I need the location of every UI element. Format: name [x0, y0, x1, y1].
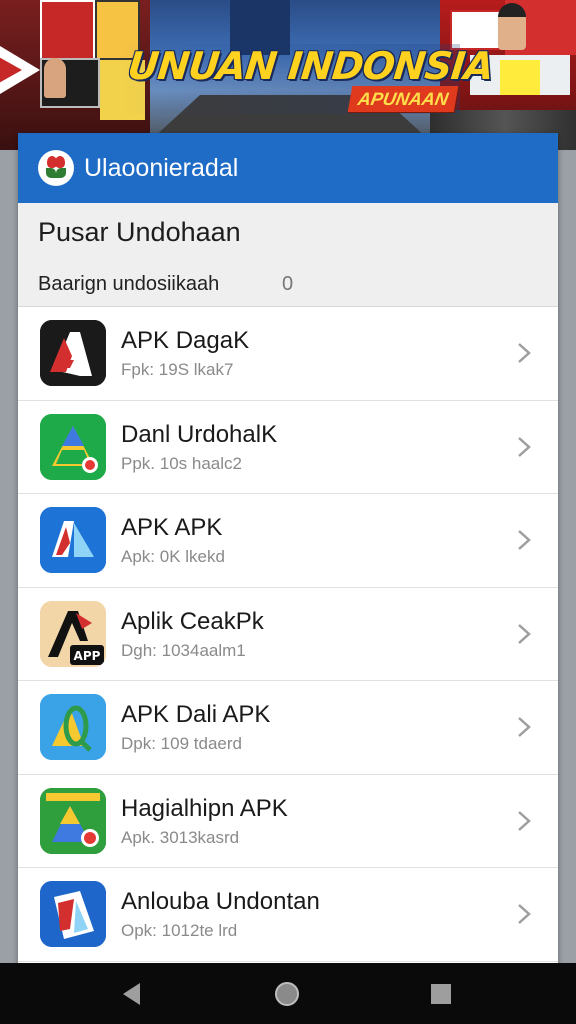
download-card: Ulaoonieradal Pusar Undohaan Baarign und…: [18, 133, 558, 973]
chevron-right-icon: [518, 343, 531, 363]
section-row-label[interactable]: Baarign undosiikaah: [38, 273, 219, 296]
blue-q-icon: [40, 694, 106, 760]
item-detail: Ppk. 10s haalc2: [121, 453, 242, 473]
list-item[interactable]: APK DagaK Fpk: 19S lkak7: [18, 307, 558, 401]
banner-sign: [500, 60, 540, 95]
svg-text:APP: APP: [74, 649, 101, 663]
banner-title: UNUAN INDONSIA: [125, 44, 496, 88]
list-item[interactable]: APK APK Apk: 0K lkekd: [18, 494, 558, 588]
back-triangle-icon: [123, 982, 140, 1005]
home-button[interactable]: [257, 963, 317, 1024]
section-row-count: 0: [282, 273, 294, 295]
apk-red-a-icon: [40, 320, 106, 386]
item-detail: Apk: 0K lkekd: [121, 547, 225, 566]
system-nav-bar: [0, 963, 576, 1024]
back-button[interactable]: [102, 963, 162, 1024]
section-title: Pusar Undohaan: [38, 217, 241, 247]
banner-person: [44, 58, 66, 98]
apk-black-a-icon: APP: [40, 600, 106, 667]
list-item[interactable]: Danl UrdohalK Ppk. 10s haalc2: [18, 401, 558, 494]
list-item[interactable]: Anlouba Undontan Opk: 1012te lrd: [18, 868, 558, 962]
blue-j-icon: [40, 507, 106, 573]
promo-banner[interactable]: UNUAN INDONSIA APUNAAN: [0, 0, 576, 150]
chevron-right-icon: [518, 904, 531, 924]
item-name: Aplik CeakPk: [121, 607, 264, 635]
item-detail: Fpk: 19S lkak7: [121, 360, 234, 379]
banner-subtitle: APUNAAN: [347, 86, 459, 112]
item-name: APK DagaK: [121, 327, 250, 354]
list-item[interactable]: Hagialhipn APK Apk. 3013kasrd: [18, 775, 558, 868]
item-detail: Dpk: 109 tdaerd: [121, 734, 242, 753]
list-item[interactable]: APP Aplik CeakPk Dgh: 1034aalm1: [18, 588, 558, 681]
recents-button[interactable]: [411, 963, 471, 1024]
apk-list: APK DagaK Fpk: 19S lkak7 Danl UrdohalK P…: [18, 307, 558, 962]
green-apk-icon: [40, 787, 106, 854]
item-name: Danl UrdohalK: [121, 420, 278, 448]
home-circle-icon: [275, 981, 299, 1006]
chevron-right-icon: [518, 436, 531, 457]
item-name: Hagialhipn APK: [121, 794, 288, 822]
item-detail: Opk: 1012te lrd: [121, 921, 238, 940]
flower-logo-icon: [38, 150, 74, 186]
chevron-right-icon: [518, 810, 531, 831]
list-item[interactable]: APK Dali APK Dpk: 109 tdaerd: [18, 681, 558, 775]
item-detail: Dgh: 1034aalm1: [121, 640, 246, 660]
app-title: Ulaoonieradal: [84, 153, 239, 182]
item-detail: Apk. 3013kasrd: [121, 827, 240, 847]
item-name: Anlouba Undontan: [121, 888, 320, 915]
green-triangle-icon: [40, 413, 106, 480]
section-header: Pusar Undohaan Baarign undosiikaah 0: [18, 203, 558, 307]
chevron-right-icon: [518, 530, 531, 550]
blue-box-icon: [40, 881, 106, 947]
app-bar: Ulaoonieradal: [18, 133, 558, 203]
item-name: APK Dali APK: [121, 701, 271, 728]
recents-square-icon: [431, 983, 451, 1004]
item-name: APK APK: [121, 514, 223, 541]
chevron-right-icon: [518, 623, 531, 644]
chevron-right-icon: [518, 717, 531, 737]
banner-sign: [40, 0, 95, 60]
